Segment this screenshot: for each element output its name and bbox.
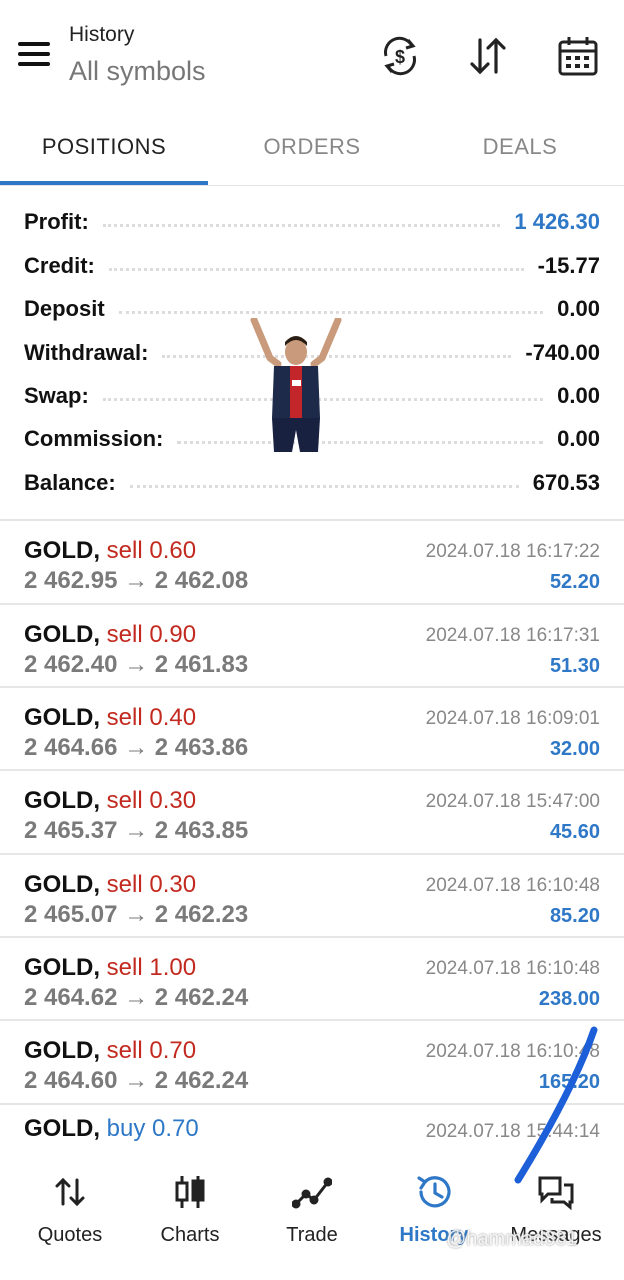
- trade-line-icon: [292, 1177, 332, 1209]
- symbol: GOLD,: [24, 704, 100, 731]
- dotted-leader: [102, 223, 501, 227]
- trade-side: sell 0.40: [106, 704, 197, 731]
- summary-value: -15.77: [537, 253, 600, 278]
- price-range: 2 465.07 → 2 462.23: [24, 901, 249, 928]
- list-item[interactable]: GOLD, sell 1.00 2 464.62 → 2 462.24 2024…: [0, 938, 624, 1021]
- dotted-leader: [118, 310, 544, 314]
- trade-time: 2024.07.18 16:10:48: [425, 875, 600, 896]
- symbol: GOLD,: [24, 871, 100, 898]
- trade-profit: 51.30: [549, 655, 600, 677]
- menu-icon[interactable]: [18, 42, 50, 66]
- list-item[interactable]: GOLD, sell 0.60 2 462.95 → 2 462.08 2024…: [0, 521, 624, 604]
- symbol-filter[interactable]: All symbols: [69, 56, 206, 87]
- trade-side: sell 0.30: [106, 871, 197, 898]
- trade-time: 2024.07.18 16:17:31: [425, 625, 600, 646]
- summary-value: 0.00: [557, 296, 600, 321]
- symbol: GOLD,: [24, 954, 100, 981]
- currency-exchange-icon[interactable]: $: [378, 34, 422, 78]
- list-item[interactable]: GOLD, sell 0.90 2 462.40 → 2 461.83 2024…: [0, 605, 624, 688]
- price-range: 2 464.60 → 2 462.24: [24, 1067, 249, 1094]
- trade-side: sell 0.30: [106, 787, 197, 814]
- summary-label: Profit:: [24, 209, 89, 234]
- symbol: GOLD,: [24, 537, 100, 564]
- summary-row-balance: Balance: 670.53: [24, 467, 600, 499]
- app-header: History All symbols $: [0, 0, 624, 110]
- trade-time: 2024.07.18 15:44:14: [425, 1121, 600, 1142]
- summary-row-profit: Profit: 1 426.30: [24, 206, 600, 238]
- symbol: GOLD,: [24, 787, 100, 814]
- symbol: GOLD,: [24, 621, 100, 648]
- dotted-leader: [129, 484, 519, 488]
- list-item[interactable]: GOLD, sell 0.30 2 465.37 → 2 463.85 2024…: [0, 771, 624, 854]
- nav-label: Quotes: [37, 1224, 103, 1246]
- nav-label: Charts: [160, 1224, 220, 1246]
- trade-profit: 32.00: [549, 738, 600, 760]
- summary-label: Swap:: [24, 383, 89, 408]
- trade-side: sell 0.70: [106, 1037, 197, 1064]
- summary-label: Credit:: [24, 253, 95, 278]
- trade-profit: 165.20: [538, 1071, 600, 1093]
- tab-deals[interactable]: DEALS: [416, 134, 624, 160]
- bottom-navigation: Quotes Charts Trade History Messages: [0, 1146, 624, 1280]
- trade-side: sell 1.00: [106, 954, 197, 981]
- symbol: GOLD,: [24, 1115, 100, 1142]
- divider: [0, 185, 624, 186]
- tab-bar: POSITIONS ORDERS DEALS: [0, 110, 624, 186]
- history-clock-icon: [417, 1176, 451, 1208]
- summary-row-credit: Credit: -15.77: [24, 250, 600, 282]
- summary-label: Balance:: [24, 470, 116, 495]
- trade-time: 2024.07.18 16:10:48: [425, 958, 600, 979]
- sort-icon[interactable]: [466, 34, 510, 78]
- list-item[interactable]: GOLD, sell 0.30 2 465.07 → 2 462.23 2024…: [0, 855, 624, 938]
- quotes-arrows-icon: [55, 1177, 85, 1207]
- summary-value: 1 426.30: [514, 209, 600, 234]
- trade-time: 2024.07.18 16:09:01: [425, 708, 600, 729]
- summary-label: Deposit: [24, 296, 105, 321]
- candlestick-icon: [175, 1176, 205, 1208]
- trade-side: sell 0.60: [106, 537, 197, 564]
- nav-trade[interactable]: Trade: [250, 1172, 374, 1247]
- tab-positions[interactable]: POSITIONS: [0, 134, 208, 160]
- summary-value: 670.53: [532, 470, 600, 495]
- summary-label: Withdrawal:: [24, 340, 149, 365]
- chat-bubbles-icon: [538, 1176, 574, 1211]
- dotted-leader: [108, 267, 524, 271]
- trade-profit: 45.60: [549, 821, 600, 843]
- nav-quotes[interactable]: Quotes: [8, 1172, 132, 1247]
- trade-side: buy 0.70: [106, 1115, 199, 1142]
- price-range: 2 462.40 → 2 461.83: [24, 651, 249, 678]
- trade-time: 2024.07.18 16:10:48: [425, 1041, 600, 1062]
- page-title: History: [69, 23, 135, 46]
- summary-value: 0.00: [557, 426, 600, 451]
- trade-profit: 238.00: [538, 988, 600, 1010]
- trade-profit: 52.20: [549, 571, 600, 593]
- trade-side: sell 0.90: [106, 621, 197, 648]
- trade-time: 2024.07.18 15:47:00: [425, 791, 600, 812]
- symbol: GOLD,: [24, 1037, 100, 1064]
- summary-label: Commission:: [24, 426, 164, 451]
- price-range: 2 464.66 → 2 463.86: [24, 734, 249, 761]
- summary-value: 0.00: [557, 383, 600, 408]
- tab-orders[interactable]: ORDERS: [208, 134, 416, 160]
- calendar-icon[interactable]: [556, 34, 600, 78]
- player-sticker: [250, 318, 342, 452]
- price-range: 2 462.95 → 2 462.08: [24, 567, 249, 594]
- dotted-leader: [177, 440, 544, 444]
- trade-time: 2024.07.18 16:17:22: [425, 541, 600, 562]
- summary-value: -740.00: [525, 340, 600, 365]
- price-range: 2 464.62 → 2 462.24: [24, 984, 249, 1011]
- price-range: 2 465.37 → 2 463.85: [24, 817, 249, 844]
- nav-charts[interactable]: Charts: [128, 1172, 252, 1247]
- trade-profit: 85.20: [549, 905, 600, 927]
- list-item[interactable]: GOLD, sell 0.70 2 464.60 → 2 462.24 2024…: [0, 1021, 624, 1104]
- list-item[interactable]: GOLD, sell 0.40 2 464.66 → 2 463.86 2024…: [0, 688, 624, 771]
- nav-label: Trade: [286, 1224, 338, 1246]
- watermark: @hammad881: [446, 1228, 578, 1250]
- svg-text:$: $: [395, 47, 405, 67]
